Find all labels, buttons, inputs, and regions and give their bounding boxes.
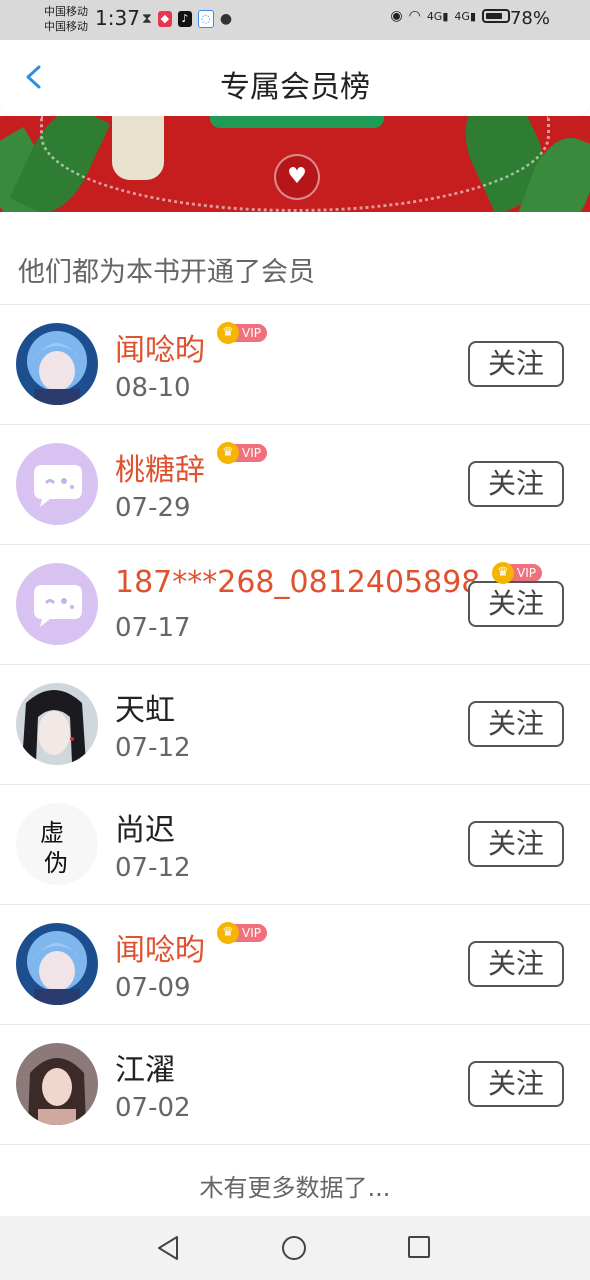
- battery-icon: [482, 9, 510, 23]
- eye-icon: ◉: [390, 8, 403, 24]
- app-notification-icon: ◆: [157, 11, 172, 27]
- member-row[interactable]: 桃糖辞 ♛ VIP 07-29 关注: [0, 425, 590, 545]
- follow-button[interactable]: 关注: [468, 581, 564, 627]
- crown-icon: ♛: [217, 322, 239, 344]
- follow-button[interactable]: 关注: [468, 1061, 564, 1107]
- join-date: 07-17: [115, 613, 191, 643]
- follow-button[interactable]: 关注: [468, 461, 564, 507]
- notification-icons: ⧗ ◆ ♪ ◌ ●: [142, 10, 232, 28]
- clock: 1:37: [95, 6, 140, 30]
- join-date: 08-10: [115, 373, 191, 403]
- signal-icon-1: 4G▮: [426, 9, 449, 23]
- avatar[interactable]: [16, 1043, 98, 1125]
- vip-badge: ♛ VIP: [492, 562, 542, 584]
- system-nav-bar: [0, 1216, 590, 1280]
- member-row[interactable]: 江濯 07-02 关注: [0, 1025, 590, 1145]
- message-app-icon: ◌: [197, 10, 214, 28]
- nav-home-icon[interactable]: [282, 1236, 306, 1260]
- member-name[interactable]: 江濯: [115, 1045, 175, 1089]
- follow-button[interactable]: 关注: [468, 701, 564, 747]
- signal-icon-2: 4G▮: [454, 9, 476, 23]
- member-row[interactable]: 闻唸昀 ♛ VIP 08-10 关注: [0, 305, 590, 425]
- svg-text:伪: 伪: [44, 849, 68, 877]
- chat-bubble-icon: ●: [219, 11, 233, 27]
- page-title: 专属会员榜: [220, 70, 370, 105]
- avatar[interactable]: [16, 923, 98, 1005]
- heart-seal-icon: ♥: [274, 154, 320, 200]
- app-header: 专属会员榜: [0, 40, 590, 116]
- no-more-data-text: 木有更多数据了...: [199, 1174, 391, 1202]
- member-name[interactable]: 尚迟: [115, 805, 175, 849]
- crown-icon: ♛: [217, 922, 239, 944]
- section-title: 他们都为本书开通了会员: [18, 257, 315, 288]
- vip-badge: ♛ VIP: [217, 922, 267, 944]
- nav-back-icon[interactable]: [155, 1234, 181, 1262]
- join-date: 07-02: [115, 1093, 191, 1123]
- follow-button[interactable]: 关注: [468, 341, 564, 387]
- system-icons: ◉ ◠ 4G▮ 4G▮: [390, 8, 510, 24]
- nav-recent-apps-icon[interactable]: [408, 1236, 430, 1258]
- avatar[interactable]: 虚伪: [16, 803, 98, 885]
- avatar[interactable]: [16, 683, 98, 765]
- wifi-icon: ◠: [408, 8, 421, 24]
- join-date: 07-29: [115, 493, 191, 523]
- svg-text:虚: 虚: [40, 819, 64, 847]
- crown-icon: ♛: [217, 442, 239, 464]
- tiktok-icon: ♪: [177, 11, 192, 27]
- join-date: 07-12: [115, 853, 191, 883]
- avatar[interactable]: [16, 443, 98, 525]
- member-name[interactable]: 闻唸昀: [115, 325, 205, 369]
- membership-banner[interactable]: ♥: [0, 116, 590, 212]
- follow-button[interactable]: 关注: [468, 821, 564, 867]
- vip-badge: ♛ VIP: [217, 322, 267, 344]
- join-date: 07-12: [115, 733, 191, 763]
- member-name[interactable]: 天虹: [115, 685, 175, 729]
- battery-percent: 78%: [509, 8, 550, 29]
- hourglass-icon: ⧗: [142, 11, 152, 27]
- member-name[interactable]: 187***268_0812405898: [115, 565, 480, 600]
- member-row[interactable]: 闻唸昀 ♛ VIP 07-09 关注: [0, 905, 590, 1025]
- member-name[interactable]: 闻唸昀: [115, 925, 205, 969]
- member-row[interactable]: 天虹 07-12 关注: [0, 665, 590, 785]
- follow-button[interactable]: 关注: [468, 941, 564, 987]
- member-row[interactable]: 虚伪尚迟 07-12 关注: [0, 785, 590, 905]
- vip-badge: ♛ VIP: [217, 442, 267, 464]
- member-row[interactable]: 187***268_0812405898 ♛ VIP 07-17 关注: [0, 545, 590, 665]
- status-bar: 中国移动 中国移动 1:37 ⧗ ◆ ♪ ◌ ● ◉ ◠ 4G▮ 4G▮ 78%: [0, 0, 590, 40]
- crown-icon: ♛: [492, 562, 514, 584]
- avatar[interactable]: [16, 323, 98, 405]
- carrier-label: 中国移动 中国移动: [44, 5, 88, 33]
- member-name[interactable]: 桃糖辞: [115, 445, 205, 489]
- join-date: 07-09: [115, 973, 191, 1003]
- avatar[interactable]: [16, 563, 98, 645]
